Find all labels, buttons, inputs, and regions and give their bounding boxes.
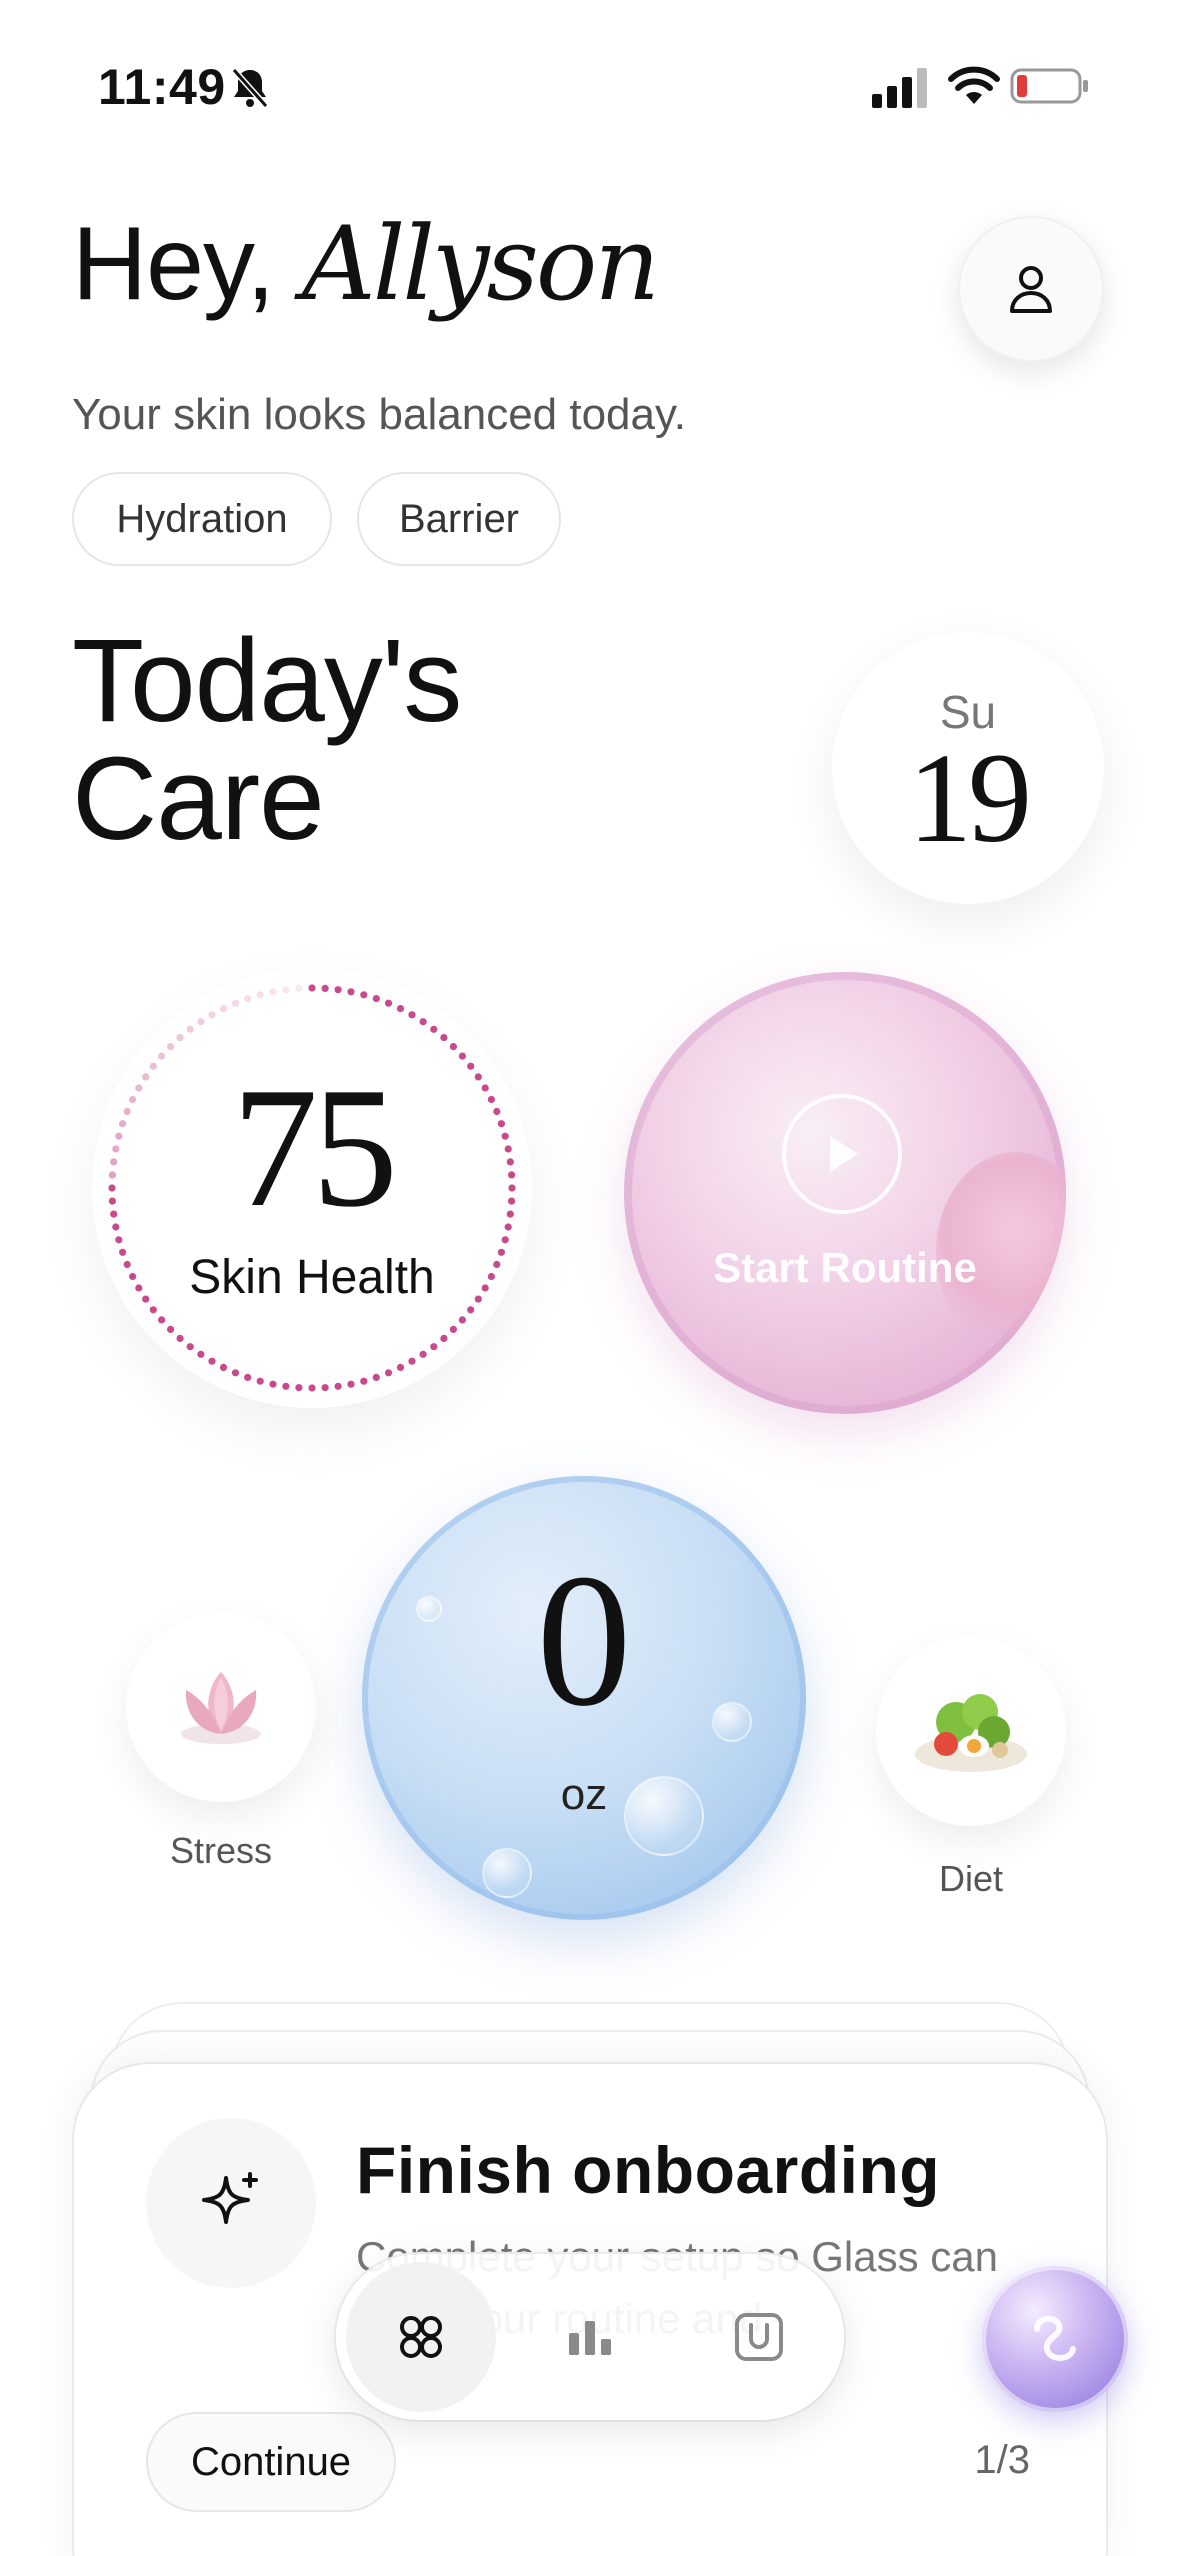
- ring-dot: [419, 1018, 427, 1026]
- ring-dot: [384, 1369, 393, 1377]
- tab-products[interactable]: [684, 2262, 834, 2412]
- bell-slash-icon: [231, 68, 269, 108]
- ring-dot: [208, 1357, 216, 1365]
- ring-dot: [396, 1363, 405, 1371]
- ring-dot: [295, 984, 303, 992]
- product-icon: [735, 2313, 783, 2361]
- ring-dot: [347, 1380, 355, 1388]
- tab-home[interactable]: [346, 2262, 496, 2412]
- ring-dot: [384, 999, 393, 1007]
- lotus-icon: [181, 1672, 261, 1744]
- start-routine-button[interactable]: Start Routine: [624, 972, 1066, 1414]
- diet-label: Diet: [938, 1858, 1004, 1899]
- ring-dot: [334, 1382, 342, 1390]
- ring-dot: [186, 1025, 194, 1033]
- ring-dot: [176, 1334, 184, 1342]
- ring-dot: [440, 1334, 448, 1342]
- ring-dot: [167, 1325, 175, 1333]
- ring-dot: [360, 1377, 368, 1385]
- ring-dot: [449, 1325, 457, 1333]
- battery-low-icon: [1010, 68, 1088, 104]
- ring-dot: [372, 1373, 380, 1381]
- skin-health-card[interactable]: 75 Skin Health: [92, 968, 532, 1408]
- start-routine-label: Start Routine: [713, 1244, 977, 1291]
- ring-dot: [197, 1350, 205, 1358]
- stress-button[interactable]: [126, 1612, 316, 1802]
- signal-icon: [872, 68, 927, 108]
- profile-button[interactable]: [958, 216, 1104, 362]
- ring-dot: [308, 984, 316, 992]
- assistant-orb-button[interactable]: [982, 2266, 1128, 2412]
- ring-dot: [430, 1025, 438, 1033]
- greeting-text: Hey,: [72, 206, 275, 322]
- ring-dot: [295, 1384, 303, 1392]
- wifi-icon: [948, 66, 1000, 104]
- ring-dot: [256, 991, 264, 999]
- ring-dot: [149, 1306, 157, 1314]
- water-value: 0: [536, 1536, 632, 1746]
- date-button[interactable]: Su 19: [832, 632, 1104, 904]
- ring-dot: [458, 1316, 466, 1324]
- ring-dot: [269, 1380, 277, 1388]
- ring-dot: [158, 1316, 166, 1324]
- diet-button[interactable]: [876, 1636, 1066, 1826]
- ring-dot: [176, 1034, 184, 1042]
- ring-dot: [282, 1382, 290, 1390]
- ring-dot: [440, 1034, 448, 1042]
- ring-dot: [372, 995, 380, 1003]
- section-title-line1: Today's: [72, 615, 462, 747]
- skin-health-value: 75: [232, 1053, 398, 1243]
- ring-dot: [269, 988, 277, 996]
- user-name: Allyson: [302, 205, 660, 324]
- ring-dot: [308, 1384, 316, 1392]
- greeting: Hey, Allyson: [72, 205, 660, 324]
- assistant-orb-icon: [1034, 2315, 1076, 2361]
- onboarding-title: Finish onboarding: [356, 2133, 941, 2207]
- ring-dot: [408, 1011, 416, 1019]
- status-time: 11:49: [98, 59, 226, 115]
- skin-summary: Your skin looks balanced today.: [72, 390, 686, 439]
- ring-dot: [186, 1343, 194, 1351]
- sparkle-icon: [146, 2118, 316, 2288]
- ring-dot: [244, 995, 252, 1003]
- tab-bar: [336, 2254, 844, 2420]
- water-bubble: [482, 1848, 532, 1898]
- ring-dot: [256, 1377, 264, 1385]
- ring-dot: [467, 1306, 475, 1314]
- ring-dot: [360, 991, 368, 999]
- person-icon: [1010, 266, 1052, 313]
- ring-dot: [219, 1005, 228, 1013]
- ring-dot: [347, 988, 355, 996]
- chip-barrier[interactable]: Barrier: [357, 472, 561, 566]
- salad-icon: [915, 1694, 1027, 1772]
- onboarding-pager: 1/3: [974, 2438, 1030, 2482]
- ring-dot: [334, 986, 342, 994]
- ring-dot: [282, 986, 290, 994]
- ring-dot: [244, 1373, 252, 1381]
- date-number: 19: [908, 727, 1032, 869]
- skin-health-label: Skin Health: [189, 1251, 435, 1304]
- ring-dot: [396, 1005, 405, 1013]
- section-title: Today's Care: [72, 615, 462, 865]
- ring-dot: [321, 1384, 329, 1392]
- ring-dot: [419, 1350, 427, 1358]
- section-title-line2: Care: [72, 733, 325, 865]
- chip-hydration[interactable]: Hydration: [72, 472, 332, 566]
- tab-stats[interactable]: [515, 2262, 665, 2412]
- ring-dot: [430, 1343, 438, 1351]
- home-grid-icon: [400, 2316, 442, 2358]
- ring-dot: [208, 1011, 216, 1019]
- ring-dot: [408, 1357, 416, 1365]
- ring-dot: [219, 1363, 228, 1371]
- play-icon: [782, 1094, 902, 1214]
- stats-icon: [569, 2321, 611, 2355]
- water-unit: oz: [560, 1770, 608, 1819]
- stress-label: Stress: [169, 1830, 273, 1871]
- ring-dot: [231, 999, 240, 1007]
- ring-dot: [321, 984, 329, 992]
- water-intake-button[interactable]: 0 oz: [362, 1476, 806, 1920]
- ring-dot: [197, 1018, 205, 1026]
- ring-dot: [231, 1369, 240, 1377]
- continue-button[interactable]: Continue: [146, 2412, 396, 2512]
